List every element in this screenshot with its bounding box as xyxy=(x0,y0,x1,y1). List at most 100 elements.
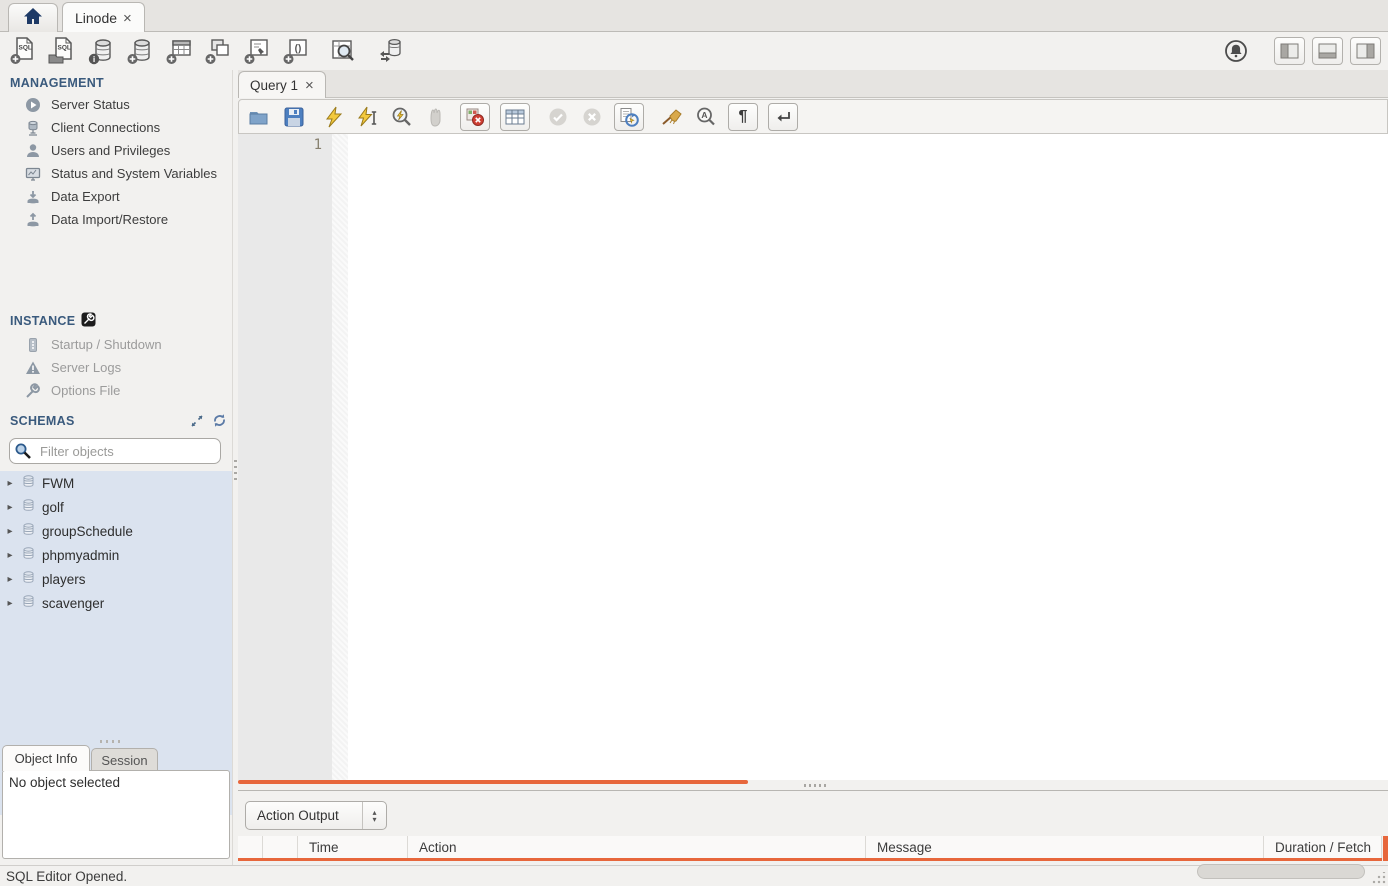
notification-bell-icon[interactable] xyxy=(1223,38,1249,64)
new-sql-tab-icon[interactable]: SQL xyxy=(8,35,38,67)
execute-icon[interactable] xyxy=(322,105,346,129)
users-icon xyxy=(24,143,42,159)
svg-text:A: A xyxy=(701,110,707,120)
schema-row-players[interactable]: ▸ players xyxy=(0,567,232,591)
commit-icon[interactable] xyxy=(546,105,570,129)
sidebar-bottom-tabs: Object Info Session xyxy=(0,744,232,771)
splitter-grip xyxy=(234,460,237,484)
home-tab[interactable] xyxy=(8,3,58,32)
sidebar-item-label: Server Logs xyxy=(51,360,121,375)
schema-name: phpmyadmin xyxy=(42,548,119,563)
column-header-duration[interactable]: Duration / Fetch xyxy=(1264,836,1382,858)
status-text: SQL Editor Opened. xyxy=(6,869,127,884)
sidebar-item-data-import[interactable]: Data Import/Restore xyxy=(0,208,232,231)
editor-horizontal-scrollbar[interactable] xyxy=(238,780,748,784)
create-view-icon[interactable] xyxy=(203,35,233,67)
schema-filter-input[interactable] xyxy=(9,438,221,464)
close-icon[interactable]: × xyxy=(123,11,132,26)
open-file-icon[interactable] xyxy=(248,105,272,129)
column-header-action[interactable]: Action xyxy=(408,836,866,858)
expand-panel-icon[interactable] xyxy=(188,413,206,429)
tab-object-info[interactable]: Object Info xyxy=(2,745,90,771)
toggle-autocommit-button[interactable] xyxy=(614,103,644,131)
open-sql-script-icon[interactable]: SQL xyxy=(47,35,77,67)
create-schema-icon[interactable] xyxy=(125,35,155,67)
schema-icon xyxy=(21,570,36,588)
explain-plan-icon[interactable] xyxy=(390,105,414,129)
refresh-icon[interactable] xyxy=(210,413,228,429)
save-icon[interactable] xyxy=(282,105,306,129)
output-selector-label: Action Output xyxy=(246,808,362,823)
pilcrow-icon: ¶ xyxy=(739,108,748,126)
toggle-stop-on-error-button[interactable] xyxy=(460,103,490,131)
toggle-right-panel-button[interactable] xyxy=(1350,37,1381,65)
sidebar-item-client-connections[interactable]: Client Connections xyxy=(0,116,232,139)
editor-text-area[interactable] xyxy=(348,134,1388,780)
svg-text:SQL: SQL xyxy=(19,45,32,52)
close-icon[interactable]: × xyxy=(305,78,314,93)
column-header-message[interactable]: Message xyxy=(866,836,1264,858)
sidebar-item-label: Client Connections xyxy=(51,120,160,135)
window-resize-grip[interactable] xyxy=(1372,872,1386,884)
output-vertical-scrollbar[interactable] xyxy=(1383,836,1388,861)
beautify-icon[interactable] xyxy=(660,105,684,129)
search-data-icon[interactable] xyxy=(328,35,358,67)
grid-header-underline xyxy=(238,858,1382,861)
instance-section: INSTANCE Startup / Shutdown Server Logs … xyxy=(0,308,232,402)
sync-database-icon[interactable] xyxy=(375,35,405,67)
schema-icon xyxy=(21,546,36,564)
line-number: 1 xyxy=(314,137,322,153)
stop-execution-icon[interactable] xyxy=(424,105,448,129)
output-selector[interactable]: Action Output ▴ ▾ xyxy=(245,801,387,830)
toggle-result-grid-button[interactable] xyxy=(500,103,530,131)
column-header-index[interactable] xyxy=(263,836,298,858)
sidebar-item-label: Users and Privileges xyxy=(51,143,170,158)
create-procedure-icon[interactable] xyxy=(242,35,272,67)
wrench-icon xyxy=(24,383,42,399)
sql-code-editor[interactable]: 1 xyxy=(238,134,1388,780)
splitter-grip xyxy=(804,784,826,787)
schema-row-phpmyadmin[interactable]: ▸ phpmyadmin xyxy=(0,543,232,567)
expand-arrow-icon[interactable]: ▸ xyxy=(5,478,15,489)
bottom-horizontal-scrollbar[interactable] xyxy=(1197,864,1365,879)
editor-toolbar: A ¶ xyxy=(238,99,1388,134)
expand-arrow-icon[interactable]: ▸ xyxy=(5,574,15,585)
column-header-time[interactable]: Time xyxy=(298,836,408,858)
invisible-characters-button[interactable]: ¶ xyxy=(728,103,758,131)
sidebar-item-data-export[interactable]: Data Export xyxy=(0,185,232,208)
editor-output-splitter[interactable] xyxy=(238,790,1388,791)
schema-row-scavenger[interactable]: ▸ scavenger xyxy=(0,591,232,615)
sidebar-item-label: Status and System Variables xyxy=(51,166,217,181)
find-icon[interactable]: A xyxy=(694,105,718,129)
column-header-status[interactable] xyxy=(238,836,263,858)
wrap-text-button[interactable] xyxy=(768,103,798,131)
query-tab[interactable]: Query 1 × xyxy=(238,71,326,98)
execute-current-statement-icon[interactable] xyxy=(356,105,380,129)
sidebar-item-options-file[interactable]: Options File xyxy=(0,379,232,402)
sidebar-splitter-handle[interactable] xyxy=(100,740,124,743)
sidebar-item-startup-shutdown[interactable]: Startup / Shutdown xyxy=(0,333,232,356)
connection-tab[interactable]: Linode × xyxy=(62,2,145,33)
sidebar-item-server-logs[interactable]: Server Logs xyxy=(0,356,232,379)
expand-arrow-icon[interactable]: ▸ xyxy=(5,526,15,537)
spinner-icons[interactable]: ▴ ▾ xyxy=(362,802,386,829)
expand-arrow-icon[interactable]: ▸ xyxy=(5,550,15,561)
sidebar-item-label: Data Export xyxy=(51,189,120,204)
rollback-icon[interactable] xyxy=(580,105,604,129)
toggle-left-panel-button[interactable] xyxy=(1274,37,1305,65)
sidebar-item-users-privileges[interactable]: Users and Privileges xyxy=(0,139,232,162)
expand-arrow-icon[interactable]: ▸ xyxy=(5,598,15,609)
schema-name: groupSchedule xyxy=(42,524,133,539)
create-table-icon[interactable] xyxy=(164,35,194,67)
sidebar-item-server-status[interactable]: Server Status xyxy=(0,93,232,116)
schema-row-golf[interactable]: ▸ golf xyxy=(0,495,232,519)
schema-row-fwm[interactable]: ▸ FWM xyxy=(0,471,232,495)
sidebar-item-system-variables[interactable]: Status and System Variables xyxy=(0,162,232,185)
expand-arrow-icon[interactable]: ▸ xyxy=(5,502,15,513)
schema-inspector-icon[interactable]: i xyxy=(86,35,116,67)
tab-session[interactable]: Session xyxy=(91,748,158,771)
toggle-bottom-panel-button[interactable] xyxy=(1312,37,1343,65)
schema-row-groupschedule[interactable]: ▸ groupSchedule xyxy=(0,519,232,543)
editor-gutter: 1 xyxy=(238,134,332,780)
create-function-icon[interactable]: () xyxy=(281,35,311,67)
